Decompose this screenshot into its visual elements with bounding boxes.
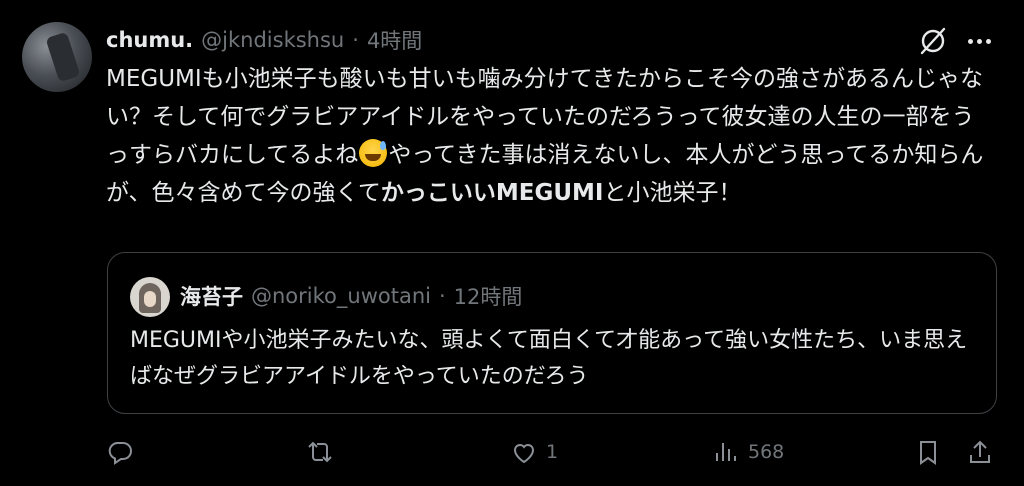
- grok-icon[interactable]: [916, 24, 950, 58]
- quoted-author-name: 海苔子: [180, 285, 243, 309]
- quoted-tweet-header: 海苔子 @noriko_uwotani · 12時間: [180, 281, 522, 311]
- reply-icon: [108, 442, 132, 465]
- quoted-tweet[interactable]: 海苔子 @noriko_uwotani · 12時間 MEGUMIや小池栄子みた…: [107, 252, 997, 414]
- quoted-author-avatar[interactable]: [130, 277, 170, 317]
- quoted-timestamp: 12時間: [453, 285, 523, 309]
- tweet-header: chumu. @jkndiskshsu · 4時間: [106, 26, 422, 54]
- separator-dot: ·: [438, 284, 446, 308]
- grinning-face-with-sweat-emoji-icon: [359, 139, 388, 167]
- views-count: 568: [748, 441, 785, 463]
- retweet-button[interactable]: [306, 432, 342, 472]
- timestamp[interactable]: 4時間: [367, 25, 422, 55]
- author-name[interactable]: chumu.: [106, 28, 193, 52]
- views-button[interactable]: 568: [712, 432, 784, 472]
- quoted-author-handle: @noriko_uwotani: [251, 284, 431, 308]
- tweet-text-bold: かっこいいMEGUMI: [380, 180, 604, 206]
- bookmark-icon: [920, 441, 936, 465]
- retweet-icon: [308, 441, 332, 463]
- more-icon[interactable]: [962, 28, 996, 54]
- quoted-tweet-text: MEGUMIや小池栄子みたいな、頭よくて面白くて才能あって強い女性たち、いま思え…: [130, 328, 968, 389]
- bookmark-button[interactable]: [914, 432, 942, 472]
- like-icon: [513, 444, 535, 464]
- reply-button[interactable]: [106, 432, 142, 472]
- views-icon: [716, 443, 736, 461]
- author-avatar[interactable]: [22, 22, 92, 92]
- action-bar: 1 568: [0, 432, 1024, 472]
- share-button[interactable]: [966, 432, 994, 472]
- tweet-text-part3: と小池栄子！: [603, 180, 742, 206]
- like-button[interactable]: 1: [510, 432, 558, 472]
- tweet-text: MEGUMIも小池栄子も酸いも甘いも噛み分けてきたからこそ今の強さがあるんじゃな…: [106, 60, 996, 212]
- author-handle[interactable]: @jkndiskshsu: [201, 28, 344, 52]
- like-count: 1: [546, 441, 559, 463]
- separator-dot: ·: [352, 28, 359, 52]
- share-icon: [970, 440, 990, 463]
